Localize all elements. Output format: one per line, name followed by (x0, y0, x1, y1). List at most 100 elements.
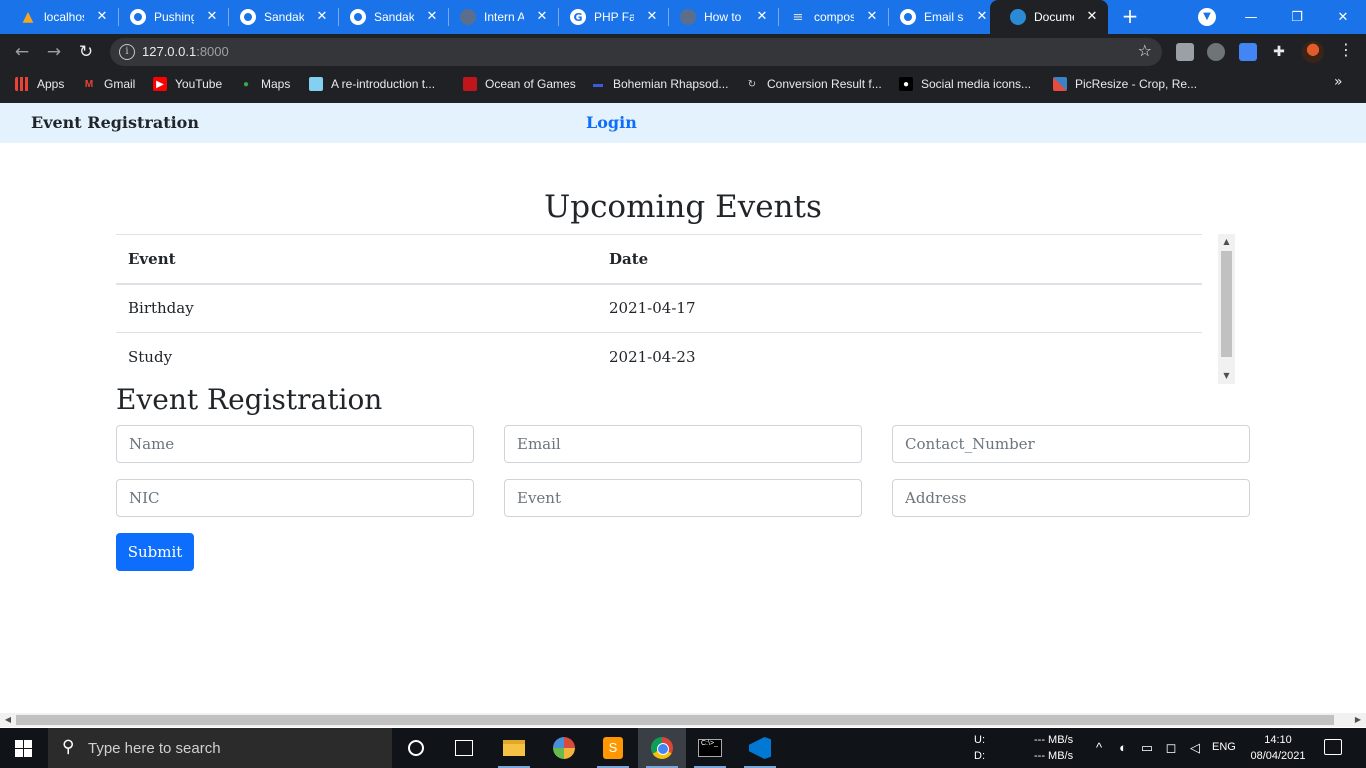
dark-reader-extension-icon[interactable] (1207, 43, 1225, 61)
maps-icon: ● (242, 78, 250, 90)
app-pie-button[interactable] (540, 728, 588, 768)
event-input[interactable] (504, 479, 862, 517)
terminal-icon: C:\>_ (698, 739, 722, 757)
name-input[interactable] (116, 425, 474, 463)
github-icon (900, 9, 916, 25)
bookmark-ocean-of-games[interactable]: Ocean of Games (463, 75, 576, 93)
bookmark-label: YouTube (175, 77, 223, 91)
google-icon: G (570, 9, 586, 25)
bookmark-mdn[interactable]: A re-introduction t... (309, 75, 435, 93)
close-icon[interactable]: ✕ (1084, 9, 1100, 25)
scroll-up-icon[interactable]: ▲ (1218, 234, 1235, 250)
browser-tab-php-fatal[interactable]: G PHP Fata ✕ (550, 0, 669, 34)
github-icon (130, 9, 146, 25)
close-icon[interactable]: ✕ (314, 9, 330, 25)
scroll-right-icon[interactable]: ▶ (1350, 713, 1366, 727)
notification-center-icon[interactable] (1324, 739, 1342, 755)
extensions-puzzle-icon[interactable]: ✚ (1270, 43, 1288, 61)
nic-input[interactable] (116, 479, 474, 517)
bookmark-maps[interactable]: ● Maps (239, 75, 290, 93)
tray-expand-icon[interactable]: ^ (1091, 740, 1107, 755)
bookmark-social[interactable]: ● Social media icons... (899, 75, 1031, 93)
cortana-icon (408, 740, 424, 756)
profile-avatar[interactable] (1302, 41, 1324, 63)
scroll-left-icon[interactable]: ◀ (0, 713, 16, 727)
browser-tab-intern[interactable]: Intern At ✕ (440, 0, 559, 34)
bookmark-conversion[interactable]: ↻ Conversion Result f... (745, 75, 882, 93)
contact-number-input[interactable] (892, 425, 1250, 463)
bookmark-gmail[interactable]: M Gmail (82, 75, 136, 93)
close-icon[interactable]: ✕ (94, 9, 110, 25)
browser-tab-localhost[interactable]: ▲ localhost ✕ (0, 0, 119, 34)
task-view-button[interactable] (440, 728, 488, 768)
taskbar-search-box[interactable]: ⚲ Type here to search (48, 728, 392, 768)
site-info-icon[interactable]: i (119, 44, 135, 60)
minimize-button[interactable]: — (1228, 0, 1274, 34)
browser-tab-how-to[interactable]: How to S ✕ (660, 0, 779, 34)
bookmark-label: Bohemian Rhapsod... (613, 77, 729, 91)
new-tab-button[interactable]: + (1118, 4, 1142, 28)
browser-tab-document-active[interactable]: Docume ✕ (990, 0, 1108, 34)
navbar-brand[interactable]: Event Registration (31, 113, 199, 132)
net-upload-value: --- MB/s (1034, 734, 1074, 746)
tab-search-icon[interactable]: ▼ (1198, 8, 1216, 26)
vscode-button[interactable] (736, 728, 784, 768)
bookmark-picresize[interactable]: PicResize - Crop, Re... (1053, 75, 1197, 93)
bookmark-apps[interactable]: Apps (15, 75, 64, 93)
google-translate-icon[interactable] (1239, 43, 1257, 61)
ocean-of-games-icon (463, 77, 477, 91)
file-explorer-button[interactable] (490, 728, 538, 768)
scroll-thumb[interactable] (16, 715, 1334, 725)
taskbar-clock[interactable]: 14:10 08/04/2021 (1242, 732, 1314, 764)
address-input[interactable] (892, 479, 1250, 517)
chrome-menu-icon[interactable]: ⋮ (1336, 40, 1356, 59)
cortana-button[interactable] (392, 728, 440, 768)
tab-title: Sandaka (374, 10, 414, 24)
close-icon[interactable]: ✕ (424, 9, 440, 25)
forward-icon[interactable]: → (42, 40, 66, 64)
language-indicator[interactable]: ENG (1212, 741, 1236, 753)
close-icon[interactable]: ✕ (644, 9, 660, 25)
bookmark-star-icon[interactable]: ☆ (1138, 41, 1152, 60)
bookmark-label: PicResize - Crop, Re... (1075, 77, 1198, 91)
email-input[interactable] (504, 425, 862, 463)
meet-now-icon[interactable]: ◐ (1115, 740, 1131, 755)
bookmark-youtube[interactable]: ▶ YouTube (153, 75, 222, 93)
browser-tab-sandaka-2[interactable]: Sandaka ✕ (330, 0, 449, 34)
network-icon[interactable]: ◻ (1163, 740, 1179, 756)
tab-title: How to S (704, 10, 744, 24)
sublime-text-button[interactable]: S (589, 728, 637, 768)
address-bar[interactable]: i 127.0.0.1:8000 ☆ (110, 38, 1162, 66)
chrome-taskbar-button[interactable] (638, 728, 686, 768)
windows-start-icon[interactable] (15, 740, 32, 757)
close-icon[interactable]: ✕ (754, 9, 770, 25)
scroll-thumb[interactable] (1221, 251, 1232, 357)
url-text[interactable]: 127.0.0.1:8000 (142, 44, 229, 59)
login-link[interactable]: Login (586, 113, 637, 132)
battery-icon[interactable]: ▭ (1139, 740, 1155, 756)
terminal-button[interactable]: C:\>_ (686, 728, 734, 768)
page-horizontal-scrollbar[interactable]: ◀ ▶ (0, 713, 1366, 727)
close-icon[interactable]: ✕ (974, 9, 990, 25)
submit-button[interactable]: Submit (116, 533, 194, 571)
browser-tab-compose[interactable]: ≡ compose ✕ (770, 0, 889, 34)
maximize-button[interactable]: ❐ (1274, 0, 1320, 34)
volume-icon[interactable]: ◁ (1187, 740, 1203, 756)
bookmarks-overflow-icon[interactable]: » (1334, 74, 1343, 90)
bookmark-label: Social media icons... (921, 77, 1032, 91)
browser-tab-sandaka-1[interactable]: Sandaka ✕ (220, 0, 339, 34)
conversion-icon: ↻ (747, 78, 757, 90)
close-icon[interactable]: ✕ (534, 9, 550, 25)
camera-extension-icon[interactable] (1176, 43, 1194, 61)
close-icon[interactable]: ✕ (864, 9, 880, 25)
back-icon[interactable]: ← (10, 40, 34, 64)
table-vertical-scrollbar[interactable]: ▲ ▼ (1218, 234, 1235, 384)
bookmark-bohemian[interactable]: ▬ Bohemian Rhapsod... (591, 75, 728, 93)
browser-tab-email[interactable]: Email se ✕ (880, 0, 998, 34)
scroll-down-icon[interactable]: ▼ (1218, 368, 1235, 384)
picresize-icon (1053, 77, 1067, 91)
close-icon[interactable]: ✕ (204, 9, 220, 25)
close-window-button[interactable]: ✕ (1320, 0, 1366, 34)
reload-icon[interactable]: ↻ (74, 40, 98, 64)
browser-tab-pushing[interactable]: Pushing ✕ (110, 0, 229, 34)
